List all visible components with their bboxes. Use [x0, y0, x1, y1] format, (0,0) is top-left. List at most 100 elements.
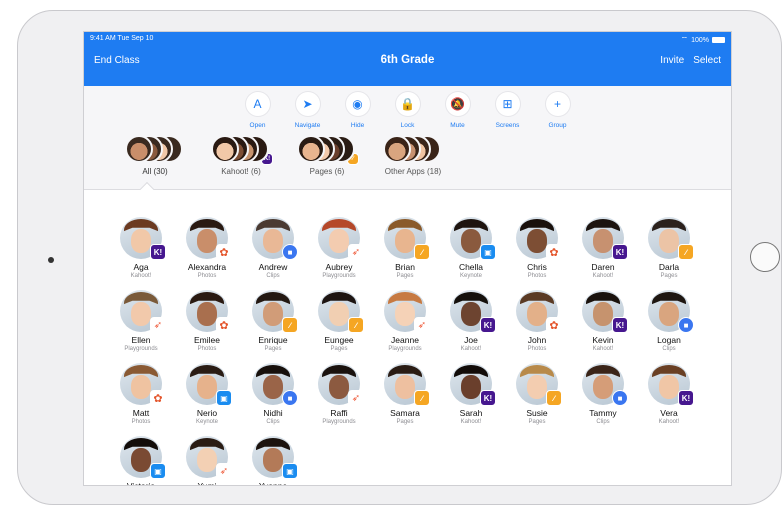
student-logan[interactable]: ■ Logan Clips	[636, 290, 702, 352]
student-matt[interactable]: ✿ Matt Photos	[108, 363, 174, 425]
avatar: K!	[450, 363, 496, 406]
pages-icon: ∕	[282, 317, 298, 333]
kahoot-icon: K!	[678, 390, 694, 406]
student-name: Yumi	[197, 481, 217, 486]
student-yvonne[interactable]: ▣ Yvonne	[240, 436, 306, 485]
student-name: Jeanne	[391, 335, 419, 345]
student-john[interactable]: ✿ John Photos	[504, 290, 570, 352]
student-tammy[interactable]: ■ Tammy Clips	[570, 363, 636, 425]
compass-icon: ➤	[295, 92, 320, 116]
student-name: Nerio	[196, 408, 218, 418]
avatar	[383, 135, 411, 163]
student-name: John	[527, 335, 547, 345]
student-app: Playgrounds	[322, 419, 356, 425]
photos-icon: ✿	[150, 390, 166, 406]
group-3[interactable]: Other Apps (18)	[377, 135, 449, 176]
keynote-icon: ▣	[282, 463, 298, 479]
tool-group-button[interactable]: + Group	[538, 92, 578, 129]
student-ellen[interactable]: ➶ Ellen Playgrounds	[108, 290, 174, 352]
avatar: K!	[582, 217, 628, 260]
student-app: Photos	[197, 346, 217, 352]
tool-open-button[interactable]: A Open	[238, 92, 278, 129]
student-emilee[interactable]: ✿ Emilee Photos	[174, 290, 240, 352]
student-app: Pages	[330, 346, 348, 352]
student-name: Victoria	[126, 481, 156, 486]
avatar: ∕	[252, 290, 298, 333]
battery-percent: 100%	[691, 36, 709, 44]
invite-button[interactable]: Invite	[660, 55, 684, 66]
student-jeanne[interactable]: ➶ Jeanne Playgrounds	[372, 290, 438, 352]
avatar: ▣	[252, 436, 298, 479]
student-chella[interactable]: ▣ Chella Keynote	[438, 217, 504, 279]
group-2[interactable]: ∕ Pages (6)	[291, 135, 363, 176]
student-raffi[interactable]: ➶ Raffi Playgrounds	[306, 363, 372, 425]
student-kevin[interactable]: K! Kevin Kahoot!	[570, 290, 636, 352]
toolbar: A Open ➤ Navigate ◉ Hide 🔒 Lock 🔕 Mute ⊞ Screens + Gr…	[84, 86, 731, 197]
student-nidhi[interactable]: ■ Nidhi Clips	[240, 363, 306, 425]
select-button[interactable]: Select	[693, 55, 721, 66]
avatar: ∕	[516, 363, 562, 406]
avatar: ➶	[318, 217, 364, 260]
student-susie[interactable]: ∕ Susie Pages	[504, 363, 570, 425]
avatar: ▣	[120, 436, 166, 479]
playgrounds-icon: ➶	[348, 244, 364, 260]
student-joe[interactable]: K! Joe Kahoot!	[438, 290, 504, 352]
student-enrique[interactable]: ∕ Enrique Pages	[240, 290, 306, 352]
group-label: Other Apps (18)	[384, 167, 442, 176]
student-daren[interactable]: K! Daren Kahoot!	[570, 217, 636, 279]
student-app: Playgrounds	[388, 346, 422, 352]
student-darla[interactable]: ∕ Darla Pages	[636, 217, 702, 279]
avatar: K!	[648, 363, 694, 406]
clips-icon: ■	[678, 317, 694, 333]
student-eungee[interactable]: ∕ Eungee Pages	[306, 290, 372, 352]
student-app: Kahoot!	[592, 273, 614, 279]
student-alexandra[interactable]: ✿ Alexandra Photos	[174, 217, 240, 279]
avatar: K!	[582, 290, 628, 333]
student-name: Matt	[132, 408, 150, 418]
tool-mute-button[interactable]: 🔕 Mute	[438, 92, 478, 129]
avatar: ✿	[186, 217, 232, 260]
home-button[interactable]	[750, 242, 780, 272]
student-aga[interactable]: K! Aga Kahoot!	[108, 217, 174, 279]
end-class-button[interactable]: End Class	[94, 55, 140, 66]
group-avatar-stack: K!	[211, 135, 273, 165]
binoculars-icon: ⊞	[495, 92, 520, 116]
avatar: ∕	[318, 290, 364, 333]
student-chris[interactable]: ✿ Chris Photos	[504, 217, 570, 279]
student-aubrey[interactable]: ➶ Aubrey Playgrounds	[306, 217, 372, 279]
student-vera[interactable]: K! Vera Kahoot!	[636, 363, 702, 425]
student-app: Clips	[596, 419, 610, 425]
student-app: Pages	[396, 273, 414, 279]
group-0[interactable]: All (30)	[119, 135, 191, 176]
playgrounds-icon: ➶	[150, 317, 166, 333]
photos-icon: ✿	[216, 317, 232, 333]
tool-lock-button[interactable]: 🔒 Lock	[388, 92, 428, 129]
student-name: Joe	[464, 335, 478, 345]
bell-slash-icon: 🔕	[445, 92, 470, 116]
tool-navigate-button[interactable]: ➤ Navigate	[288, 92, 328, 129]
group-1[interactable]: K! Kahoot! (6)	[205, 135, 277, 176]
student-brian[interactable]: ∕ Brian Pages	[372, 217, 438, 279]
keynote-icon: ▣	[480, 244, 496, 260]
group-avatar-stack	[383, 135, 443, 163]
student-victoria[interactable]: ▣ Victoria	[108, 436, 174, 486]
student-yumi[interactable]: ➶ Yumi	[174, 436, 240, 486]
avatar: ➶	[318, 363, 364, 406]
student-grid: K! Aga Kahoot! ✿ Alexandra Photos ■ Andrew Clips…	[84, 190, 731, 486]
avatar: ✿	[186, 290, 232, 333]
student-samara[interactable]: ∕ Samara Pages	[372, 363, 438, 425]
tool-label: Lock	[400, 122, 415, 129]
photos-icon: ✿	[216, 244, 232, 260]
student-andrew[interactable]: ■ Andrew Clips	[240, 217, 306, 279]
keynote-icon: ▣	[216, 390, 232, 406]
kahoot-icon: K!	[612, 317, 628, 333]
student-sarah[interactable]: K! Sarah Kahoot!	[438, 363, 504, 425]
tool-screens-button[interactable]: ⊞ Screens	[488, 92, 528, 129]
avatar: ▣	[186, 363, 232, 406]
tool-hide-button[interactable]: ◉ Hide	[338, 92, 378, 129]
student-name: Nidhi	[263, 408, 283, 418]
student-name: Eungee	[324, 335, 354, 345]
tool-label: Group	[548, 122, 567, 129]
student-nerio[interactable]: ▣ Nerio Keynote	[174, 363, 240, 425]
student-app: Clips	[662, 346, 676, 352]
